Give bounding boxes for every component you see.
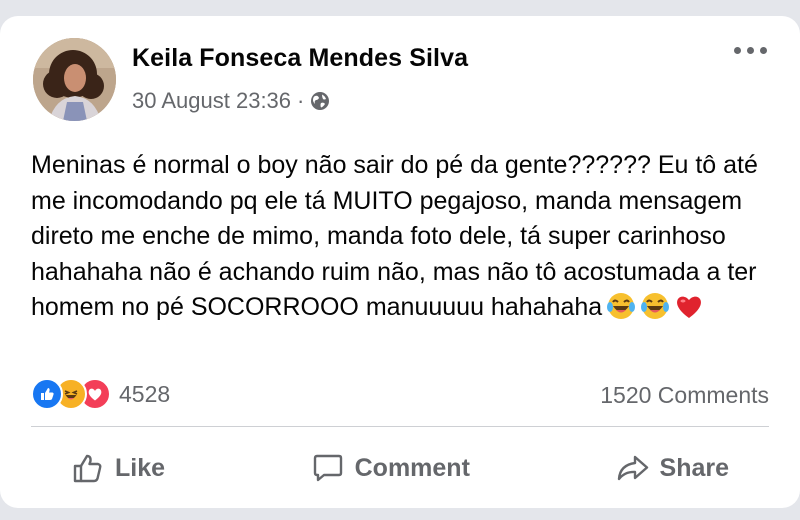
globe-icon — [310, 91, 330, 111]
share-arrow-icon — [617, 455, 648, 481]
author-name[interactable]: Keila Fonseca Mendes Silva — [132, 44, 468, 73]
post-text: Meninas é normal o boy não sair do pé da… — [31, 148, 781, 326]
post-timestamp[interactable]: 30 August 23:36 — [132, 88, 291, 114]
avatar[interactable] — [33, 38, 116, 121]
reactions-summary[interactable]: 4528 — [31, 378, 170, 410]
share-label: Share — [659, 453, 729, 482]
meta-separator: · — [297, 88, 305, 113]
post-card: Keila Fonseca Mendes Silva 30 August 23:… — [0, 16, 800, 508]
comment-bubble-icon — [313, 454, 342, 482]
comment-button[interactable]: Comment — [271, 445, 510, 491]
laughing-tears-emoji — [606, 291, 636, 321]
like-reaction-icon — [31, 378, 63, 410]
more-options-icon[interactable] — [728, 38, 772, 62]
share-button[interactable]: Share — [576, 445, 769, 491]
reaction-icons — [31, 378, 111, 410]
like-label: Like — [115, 453, 166, 482]
like-button[interactable]: Like — [31, 445, 205, 491]
post-meta: 30 August 23:36 · — [132, 88, 330, 114]
post-actions: Like Comment Share — [31, 438, 769, 498]
laughing-tears-emoji — [640, 291, 670, 321]
red-heart-emoji — [674, 291, 704, 321]
reaction-count[interactable]: 4528 — [119, 381, 170, 408]
divider — [31, 426, 769, 427]
thumbs-up-icon — [73, 454, 102, 483]
comments-count[interactable]: 1520 Comments — [600, 382, 769, 409]
comment-label: Comment — [354, 453, 470, 482]
